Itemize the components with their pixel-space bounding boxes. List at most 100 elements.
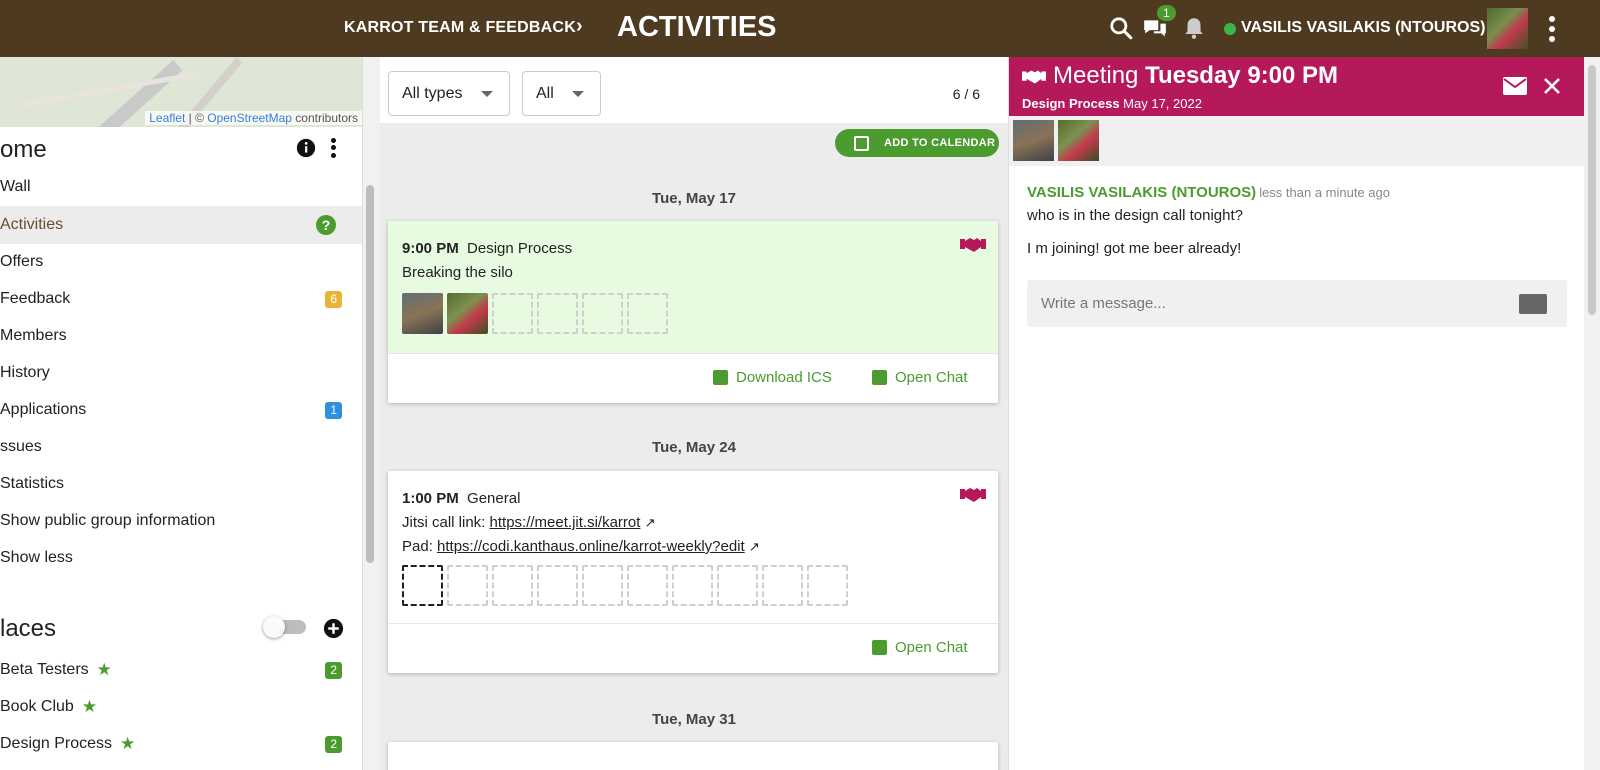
empty-slot[interactable] (537, 565, 578, 606)
participant-avatar[interactable] (402, 293, 443, 334)
breadcrumb-group[interactable]: KARROT TEAM & FEEDBACK (344, 19, 576, 37)
sidebar-item-history[interactable]: History (0, 354, 362, 392)
author-name[interactable]: VASILIS VASILAKIS (NTOUROS) (1027, 184, 1256, 201)
type-filter-value: All types (402, 84, 463, 102)
status-filter-select[interactable]: All (522, 71, 601, 116)
leaflet-link[interactable]: Leaflet (149, 111, 185, 125)
sidebar-item-label: Feedback (0, 290, 71, 307)
feedback-count-badge: 6 (325, 290, 342, 308)
pad-label: Pad: (402, 538, 438, 555)
sidebar: Leaflet | © OpenStreetMap contributors o… (0, 57, 362, 770)
empty-slot[interactable] (582, 565, 623, 606)
add-place-icon[interactable] (323, 618, 344, 639)
group-map[interactable]: Leaflet | © OpenStreetMap contributors (0, 57, 362, 127)
more-vert-icon[interactable] (1546, 14, 1558, 44)
sidebar-item-offers[interactable]: Offers (0, 243, 362, 281)
place-label: Design Process (0, 735, 113, 752)
download-ics-button[interactable]: Download ICS (713, 369, 832, 386)
chat-header: Meeting Tuesday 9:00 PM Design Process M… (1009, 57, 1585, 116)
participant-avatar[interactable] (1058, 120, 1099, 161)
caret-down-icon (481, 91, 493, 97)
places-toggle[interactable] (263, 616, 306, 638)
activity-place: General (467, 490, 521, 507)
sidebar-item-wall[interactable]: Wall (0, 168, 362, 206)
applications-count-badge: 1 (325, 401, 342, 419)
empty-slot[interactable] (807, 565, 848, 606)
empty-slot[interactable] (627, 293, 668, 334)
chat-icon (872, 640, 887, 655)
activity-card[interactable]: 1:00 PM General Jitsi call link: https:/… (388, 471, 998, 673)
pad-link[interactable]: https://codi.kanthaus.online/karrot-week… (437, 538, 745, 555)
avatar[interactable] (1487, 8, 1528, 49)
activity-card[interactable]: 9:00 PM Design Process Breaking the silo… (388, 221, 998, 403)
empty-slot[interactable] (672, 565, 713, 606)
info-icon[interactable] (295, 137, 317, 159)
sidebar-scrollbar[interactable] (366, 185, 374, 563)
sidebar-item-activities[interactable]: Activities ? (0, 206, 362, 244)
calendar-icon (713, 370, 728, 385)
sidebar-item-members[interactable]: Members (0, 317, 362, 355)
message-input[interactable]: Write a message... (1027, 280, 1567, 327)
search-icon[interactable] (1108, 15, 1134, 41)
join-slot[interactable] (402, 565, 443, 606)
place-count-badge: 2 (325, 735, 342, 753)
help-icon[interactable]: ? (316, 215, 336, 235)
sidebar-item-label: History (0, 364, 50, 381)
empty-slot[interactable] (582, 293, 623, 334)
place-item-book-club[interactable]: Book Club ★ (0, 688, 362, 726)
open-chat-label: Open Chat (895, 369, 968, 386)
user-name[interactable]: VASILIS VASILAKIS (NTOUROS) (1241, 19, 1485, 37)
date-heading: Tue, May 31 (652, 711, 736, 728)
place-item-design-process[interactable]: Design Process ★ 2 (0, 725, 362, 763)
places-heading: laces (0, 615, 57, 642)
image-icon[interactable] (1519, 294, 1547, 314)
activity-place: Design Process (467, 240, 573, 257)
add-to-calendar-button[interactable]: ADD TO CALENDAR (835, 129, 999, 157)
empty-slot[interactable] (762, 565, 803, 606)
jitsi-link[interactable]: https://meet.jit.si/karrot (490, 514, 641, 531)
open-chat-button[interactable]: Open Chat (872, 369, 968, 386)
place-item-beta-testers[interactable]: Beta Testers ★ 2 (0, 651, 362, 689)
osm-link[interactable]: OpenStreetMap (207, 111, 292, 125)
sidebar-item-show-less[interactable]: Show less (0, 539, 362, 577)
sidebar-item-label: Members (0, 327, 67, 344)
bell-icon[interactable] (1181, 15, 1207, 41)
sidebar-item-label: ssues (0, 438, 42, 455)
empty-slot[interactable] (492, 293, 533, 334)
empty-slot[interactable] (717, 565, 758, 606)
sidebar-item-label: Show public group information (0, 512, 216, 529)
empty-slot[interactable] (537, 293, 578, 334)
chat-badge: 1 (1157, 5, 1176, 21)
home-more-icon[interactable] (329, 137, 337, 159)
participant-avatar[interactable] (1013, 120, 1054, 161)
sidebar-item-issues[interactable]: ssues (0, 428, 362, 466)
close-icon[interactable] (1543, 77, 1561, 95)
attribution-tail: contributors (291, 111, 358, 125)
top-bar: KARROT TEAM & FEEDBACK › ACTIVITIES 1 VA… (0, 0, 1600, 57)
message-author: VASILIS VASILAKIS (NTOUROS) less than a m… (1027, 184, 1390, 201)
empty-slot[interactable] (492, 565, 533, 606)
activity-card[interactable] (388, 742, 998, 770)
open-chat-button[interactable]: Open Chat (872, 639, 968, 656)
mail-icon[interactable] (1503, 77, 1527, 95)
attribution-separator: | © (185, 111, 208, 125)
handshake-icon (1022, 70, 1046, 84)
activity-time: 1:00 PM (402, 490, 459, 507)
sidebar-item-statistics[interactable]: Statistics (0, 465, 362, 503)
empty-slot[interactable] (627, 565, 668, 606)
star-icon: ★ (81, 697, 98, 716)
chat-place: Design Process (1022, 96, 1120, 111)
message-time: less than a minute ago (1259, 185, 1390, 200)
sidebar-item-feedback[interactable]: Feedback 6 (0, 280, 362, 318)
activity-counter: 6 / 6 (952, 86, 980, 102)
type-filter-select[interactable]: All types (388, 71, 510, 116)
open-chat-label: Open Chat (895, 639, 968, 656)
participant-avatar[interactable] (447, 293, 488, 334)
chat-title-prefix: Meeting (1053, 62, 1139, 89)
empty-slot[interactable] (447, 565, 488, 606)
sidebar-item-public-info[interactable]: Show public group information (0, 502, 362, 540)
external-link-icon: ↗ (644, 515, 656, 530)
sidebar-item-label: Statistics (0, 475, 65, 492)
sidebar-item-applications[interactable]: Applications 1 (0, 391, 362, 429)
page-scrollbar[interactable] (1584, 57, 1600, 770)
